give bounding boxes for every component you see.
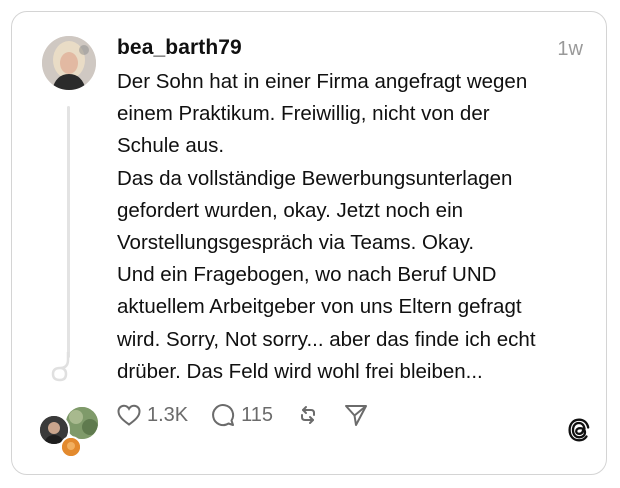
post-line: aktuellem Arbeitgeber von uns Eltern gef… xyxy=(117,295,522,319)
post-line: Vorstellungsgespräch via Teams. Okay. xyxy=(117,231,475,255)
heart-icon xyxy=(117,404,141,426)
thread-loop-icon xyxy=(51,352,70,382)
post-line: einem Praktikum. Freiwillig, nicht von d… xyxy=(117,102,490,126)
post-line: Schule aus. xyxy=(117,134,225,158)
post-body: Der Sohn hat in einer Firma angefragt we… xyxy=(117,66,587,388)
replier-avatar[interactable] xyxy=(60,436,82,458)
username[interactable]: bea_barth79 xyxy=(117,36,242,60)
reply-count: 115 xyxy=(241,403,274,426)
repost-button[interactable] xyxy=(295,402,321,428)
post-line: drüber. Das Feld wird wohl frei bleiben.… xyxy=(117,359,483,383)
threads-logo-icon xyxy=(568,418,590,442)
reply-button[interactable]: 115 xyxy=(210,402,273,428)
thread-line xyxy=(67,106,70,358)
post-line: Das da vollständige Bewerbungsunterlagen xyxy=(117,166,513,190)
like-count: 1.3K xyxy=(147,403,189,426)
share-button[interactable] xyxy=(343,402,369,428)
like-button[interactable]: 1.3K xyxy=(116,403,188,427)
post-line: Der Sohn hat in einer Firma angefragt we… xyxy=(117,70,528,93)
send-icon xyxy=(345,405,368,426)
action-bar: 1.3K 115 xyxy=(116,400,391,430)
comment-icon xyxy=(212,404,235,427)
post-line: Und ein Fragebogen, wo nach Beruf UND xyxy=(117,263,497,287)
avatar[interactable] xyxy=(42,36,96,90)
repost-icon xyxy=(301,406,316,424)
post-line: wird. Sorry, Not sorry... aber das finde… xyxy=(117,327,536,351)
post-time: 1w xyxy=(557,38,583,60)
post-line: gefordert wurden, okay. Jetzt noch ein xyxy=(117,198,464,222)
